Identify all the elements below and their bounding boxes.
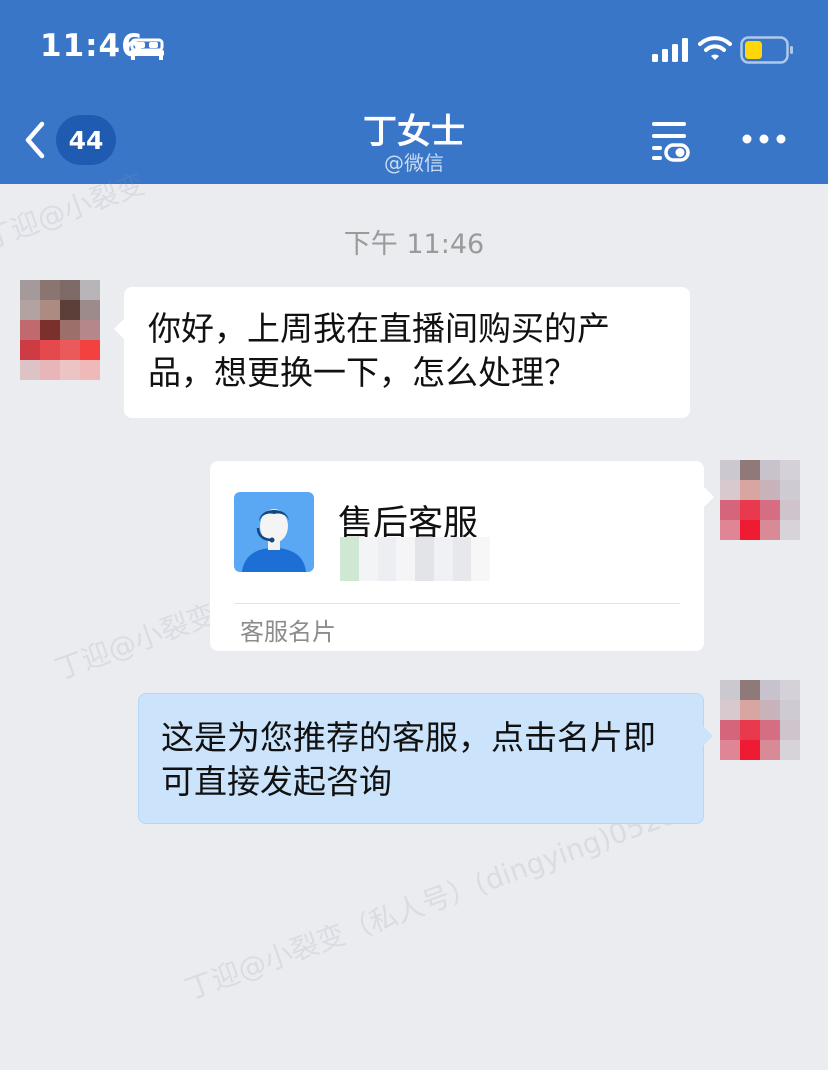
message-text: 你好，上周我在直播间购买的产品，想更换一下，怎么处理？	[148, 309, 610, 392]
blurred-account-id	[340, 537, 490, 581]
contact-name: 丁女士	[363, 112, 465, 152]
watermark: 丁迎@小裂变（私人号）(dingying)0523	[180, 796, 683, 1007]
contact-source: @微信	[384, 151, 444, 175]
battery-icon	[740, 36, 793, 64]
chat-header: 11:46 44 丁女士 @微信	[0, 0, 828, 184]
contact-avatar[interactable]	[20, 280, 100, 380]
card-label: 客服名片	[240, 618, 336, 646]
signal-icon	[652, 38, 688, 62]
my-avatar[interactable]	[720, 460, 800, 560]
wifi-icon	[698, 36, 732, 60]
customer-service-card[interactable]: 售后客服 客服名片	[210, 461, 714, 651]
card-divider	[234, 603, 680, 604]
my-avatar[interactable]	[720, 680, 800, 780]
filter-icon[interactable]	[650, 118, 690, 162]
outgoing-message-bubble[interactable]: 这是为您推荐的客服，点击名片即可直接发起咨询	[138, 693, 713, 824]
more-icon[interactable]	[742, 126, 786, 152]
status-time: 11:46	[40, 28, 144, 64]
message-text: 这是为您推荐的客服，点击名片即可直接发起咨询	[161, 718, 656, 801]
message-timestamp: 下午 11:46	[343, 229, 485, 260]
bed-icon	[130, 38, 164, 60]
customer-service-avatar-icon	[234, 492, 314, 572]
incoming-message-bubble[interactable]: 你好，上周我在直播间购买的产品，想更换一下，怎么处理？	[114, 287, 690, 418]
